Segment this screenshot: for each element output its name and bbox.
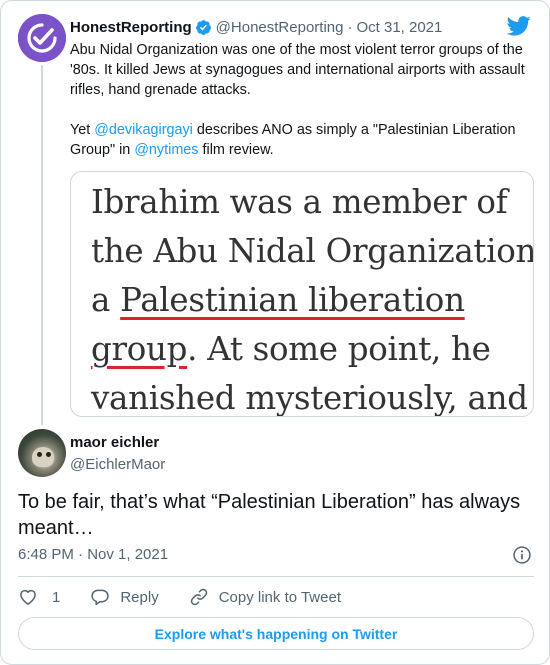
excerpt-line-4: group. At some point, he [91,325,533,374]
text-fragment: Yet [70,122,95,138]
copy-link-label: Copy link to Tweet [218,588,341,606]
reply-tweet-text: To be fair, that’s what “Palestinian Lib… [18,491,521,539]
avatar-photo-face [32,447,54,467]
header-separator: · [347,18,353,36]
explore-twitter-button[interactable]: Explore what's happening on Twitter [18,617,534,650]
reply-author-avatar[interactable] [18,429,66,477]
parent-tweet-text: Abu Nidal Organization was one of the mo… [70,40,532,160]
excerpt-line-3: a Palestinian liberation [91,276,533,325]
excerpt-fragment: a [91,281,121,319]
tweet-media-image[interactable]: Ibrahim was a member of the Abu Nidal Or… [70,171,534,417]
parent-tweet-header: HonestReporting @HonestReporting · Oct 3… [70,17,442,37]
parent-tweet-paragraph-1: Abu Nidal Organization was one of the mo… [70,42,525,98]
heart-icon [20,589,36,605]
newspaper-excerpt: Ibrahim was a member of the Abu Nidal Or… [91,178,534,417]
reply-author-name[interactable]: maor eichler [70,434,159,451]
text-fragment: film review. [198,142,274,158]
tweet-actions-bar: 1 Reply Copy link to Tweet [18,586,371,608]
avatar-photo-eye [37,452,42,457]
verified-badge-icon [195,19,211,35]
reply-label: Reply [120,588,159,606]
info-icon[interactable] [512,545,532,565]
excerpt-fragment: . At some point, he [187,330,491,368]
reply-icon [91,589,110,606]
mention-link-devikagirgayi[interactable]: @devikagirgayi [94,122,193,138]
mention-link-nytimes[interactable]: @nytimes [134,142,198,158]
reply-button[interactable]: Reply [90,587,159,607]
excerpt-line-1: Ibrahim was a member of [91,183,508,221]
like-button[interactable]: 1 [18,587,60,607]
excerpt-line-2: the Abu Nidal Organization, [91,232,534,270]
highlighted-word: group [91,330,188,368]
action-divider [18,576,534,577]
avatar-photo-eye [46,452,51,457]
twitter-bird-icon[interactable] [507,15,531,37]
thread-connector-line [41,65,43,425]
checkmark-logo-icon [18,14,66,62]
parent-author-name[interactable]: HonestReporting [70,19,192,36]
reply-timestamp[interactable]: 6:48 PM · Nov 1, 2021 [18,546,168,563]
tweet-embed-card: HonestReporting @HonestReporting · Oct 3… [0,0,550,665]
link-icon [190,588,207,606]
parent-tweet-date[interactable]: Oct 31, 2021 [356,19,442,36]
copy-link-button[interactable]: Copy link to Tweet [189,587,341,607]
like-count: 1 [52,588,61,606]
reply-author-handle[interactable]: @EichlerMaor [70,456,165,473]
parent-tweet-paragraph-2: Yet @devikagirgayi describes ANO as simp… [70,120,532,160]
excerpt-line-5: vanished mysteriously, and [91,379,528,417]
highlighted-phrase: Palestinian liberation [120,281,465,319]
honestreporting-avatar[interactable] [18,14,66,62]
parent-author-handle[interactable]: @HonestReporting [216,19,344,36]
